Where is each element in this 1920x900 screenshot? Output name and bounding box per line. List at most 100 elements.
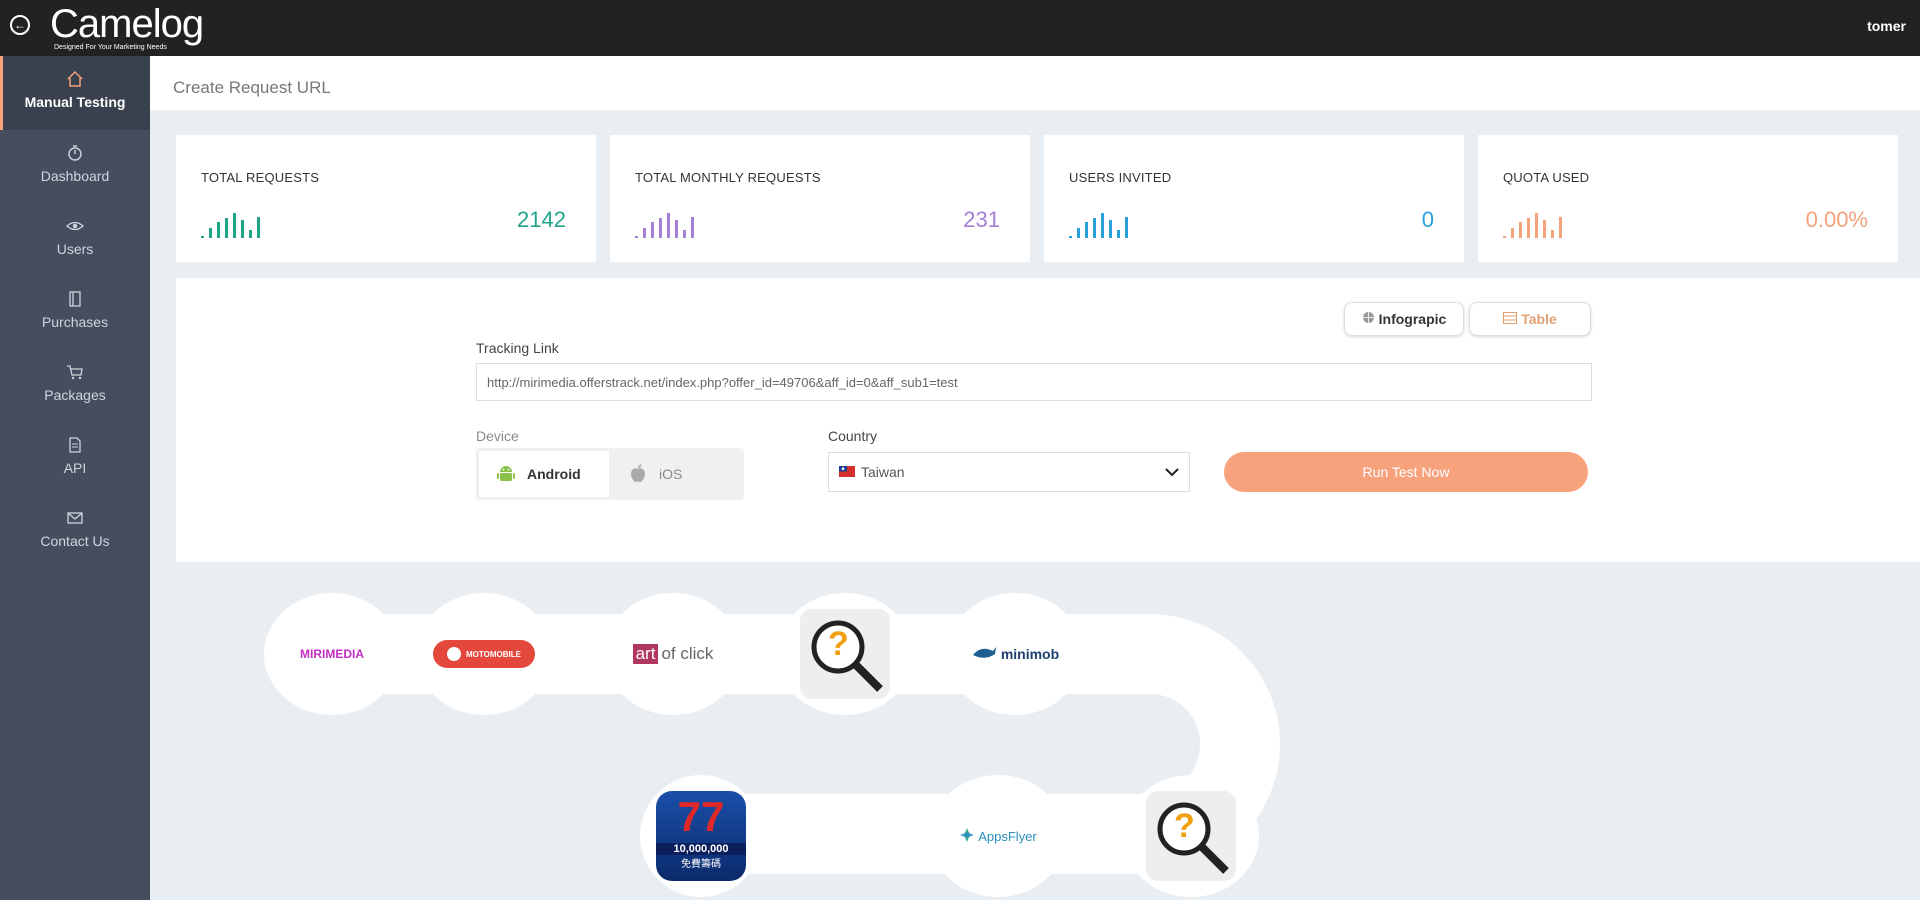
run-test-button[interactable]: Run Test Now [1224,452,1588,492]
bar-chart-icon [201,213,260,238]
minimob-logo: minimob [971,645,1059,664]
slot-free-chips: 免費籌碼 [681,859,721,870]
flow-node-unknown-2[interactable]: ? [1123,775,1259,897]
stopwatch-icon [0,144,150,164]
page-title: Create Request URL [173,78,331,97]
sidebar-item-contact-us[interactable]: Contact Us [0,495,150,568]
logo-name: Camelog [50,2,204,46]
appsflyer-leaf-icon [959,827,975,846]
book-icon [0,290,150,310]
page-header: Create Request URL [150,56,1920,111]
minimob-whale-icon [971,645,997,664]
android-label: Android [527,466,581,482]
table-icon [1503,311,1518,327]
ios-label: iOS [659,466,683,482]
mail-icon [0,509,150,529]
appsflyer-name: AppsFlyer [978,828,1037,844]
device-label: Device [476,428,519,444]
logo[interactable]: Camelog Designed For Your Marketing Need… [50,2,204,52]
slot-chip-count: 10,000,000 [656,843,746,855]
art-of-click-logo: art of click [632,644,714,664]
flow-node-slot-game[interactable]: 77 10,000,000 免費籌碼 [640,775,762,897]
sidebar-item-label: Contact Us [40,533,110,549]
art-of-click-mark: art [632,644,659,664]
sidebar-item-users[interactable]: Users [0,203,150,276]
sidebar-item-label: Packages [44,387,106,403]
magnifier-question-icon: ? [1146,791,1236,881]
eye-icon [0,217,150,237]
stat-card-total-requests: TOTAL REQUESTS 2142 [176,135,596,262]
bar-chart-icon [1503,213,1562,238]
active-marker [0,56,3,130]
sidebar-item-label: Manual Testing [24,94,126,110]
slot-game-app-icon: 77 10,000,000 免費籌碼 [656,791,746,881]
device-option-ios[interactable]: iOS [611,451,741,497]
country-select[interactable]: Taiwan [828,452,1190,492]
flow-node-unknown-1[interactable]: ? [777,593,913,715]
table-label: Table [1521,311,1557,327]
motomobile-name: MOTOMOBILE [466,649,521,659]
flow-node-minimob[interactable]: minimob [947,593,1083,715]
bar-chart-icon [1069,213,1128,238]
sidebar-item-purchases[interactable]: Purchases [0,276,150,349]
cart-icon [0,363,150,383]
magnifier-question-icon: ? [800,609,890,699]
stat-value: 2142 [517,207,566,232]
sidebar-item-dashboard[interactable]: Dashboard [0,130,150,203]
flow-node-mirimedia[interactable]: MIRIMEDIA [264,593,400,715]
sidebar: Manual Testing Dashboard Users Purchases… [0,56,150,900]
sidebar-item-label: Dashboard [40,168,110,184]
request-form: Infograpic Table Tracking Link Device [176,278,1920,562]
stat-label: TOTAL MONTHLY REQUESTS [635,170,821,185]
infographic-button[interactable]: Infograpic [1344,302,1464,336]
stat-value: 0.00% [1805,207,1868,232]
slot-seven-icon: 77 [677,793,725,840]
sidebar-item-label: API [63,460,87,476]
document-icon [0,436,150,456]
mirimedia-logo: MIRIMEDIA [300,647,364,661]
art-of-click-name: of click [661,644,714,663]
country-value: Taiwan [861,464,905,480]
infographic-label: Infograpic [1378,311,1447,327]
minimob-name: minimob [1000,646,1060,662]
stat-card-total-monthly-requests: TOTAL MONTHLY REQUESTS 231 [610,135,1030,262]
appsflyer-logo: AppsFlyer [959,827,1037,846]
country-label: Country [828,428,878,444]
motomobile-mark-icon [447,647,462,661]
back-arrow-icon[interactable]: ← [10,15,30,35]
sidebar-item-api[interactable]: API [0,422,150,495]
stat-card-users-invited: USERS INVITED 0 [1044,135,1464,262]
stat-card-quota-used: QUOTA USED 0.00% [1478,135,1898,262]
flow-node-art-of-click[interactable]: art of click [605,593,741,715]
stat-label: TOTAL REQUESTS [201,170,320,185]
device-option-android[interactable]: Android [479,451,609,497]
home-icon [0,70,150,90]
tracking-link-input[interactable] [476,363,1592,401]
device-toggle: Android iOS [476,448,744,500]
stat-label: QUOTA USED [1503,170,1590,185]
sidebar-item-manual-testing[interactable]: Manual Testing [0,56,150,130]
main-content: Create Request URL TOTAL REQUESTS 2142 T… [150,56,1920,900]
motomobile-logo: MOTOMOBILE [433,640,535,668]
question-mark: ? [1174,807,1195,845]
stat-value: 0 [1421,207,1434,232]
stat-value: 231 [963,207,1000,232]
sidebar-item-packages[interactable]: Packages [0,349,150,422]
chevron-down-icon [1165,464,1179,480]
taiwan-flag-icon [839,464,855,480]
redirect-flow: MIRIMEDIA MOTOMOBILE art of click ? mini… [150,576,1920,900]
question-mark: ? [828,625,849,663]
tracking-link-label: Tracking Link [476,340,559,356]
flow-node-appsflyer[interactable]: AppsFlyer [930,775,1066,897]
apple-icon [627,462,649,487]
stat-label: USERS INVITED [1069,170,1172,185]
android-icon [495,462,517,487]
table-button[interactable]: Table [1469,302,1591,336]
flow-node-motomobile[interactable]: MOTOMOBILE [416,593,552,715]
globe-icon [1362,311,1375,327]
user-name[interactable]: tomer [1867,18,1906,34]
bar-chart-icon [635,213,694,238]
sidebar-item-label: Users [56,241,94,257]
top-bar: ← Camelog Designed For Your Marketing Ne… [0,0,1920,56]
sidebar-item-label: Purchases [41,314,109,330]
